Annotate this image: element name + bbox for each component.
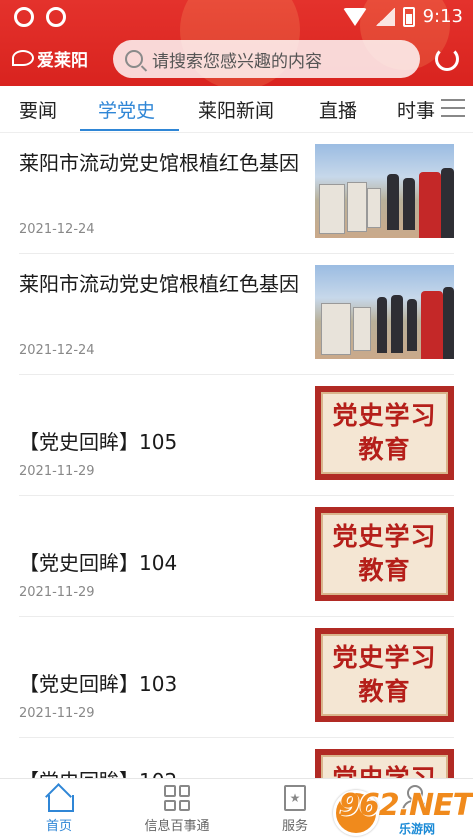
- category-tabs: 要闻 学党史 莱阳新闻 直播 时事: [0, 86, 473, 133]
- status-time: 9:13: [422, 6, 463, 27]
- home-icon: [45, 785, 74, 812]
- search-placeholder: 请搜索您感兴趣的内容: [152, 51, 322, 72]
- poster-line-1: 党史学习: [332, 643, 437, 672]
- signal-icon: [374, 7, 395, 26]
- tab-laiyang-news[interactable]: 莱阳新闻: [198, 96, 274, 123]
- search-bar[interactable]: 请搜索您感兴趣的内容: [113, 40, 420, 78]
- news-thumbnail: 党史学习 教育: [315, 386, 454, 480]
- poster-line-1: 党史学习: [332, 401, 437, 430]
- nav-service-label: 服务: [281, 819, 308, 834]
- news-date: 2021-11-29: [19, 585, 95, 600]
- watermark-sub: 乐游网: [399, 822, 436, 836]
- news-item[interactable]: 莱阳市流动党史馆根植红色基因 2021-12-24: [0, 133, 473, 254]
- search-icon: [125, 50, 143, 68]
- news-title: 莱阳市流动党史馆根植红色基因: [19, 151, 299, 175]
- news-thumbnail: [315, 265, 454, 359]
- nav-service[interactable]: ★ 服务: [255, 785, 335, 834]
- watermark-brand: 962.NET: [339, 788, 473, 823]
- poster-line-2: 教育: [358, 435, 411, 464]
- news-item[interactable]: 莱阳市流动党史馆根植红色基因 2021-12-24: [0, 254, 473, 375]
- notification-icon: [14, 7, 34, 27]
- logo-mark-icon: [12, 50, 34, 66]
- refresh-icon[interactable]: [435, 47, 459, 71]
- nav-home-label: 首页: [45, 819, 72, 834]
- nav-info[interactable]: 信息百事通: [137, 785, 217, 834]
- news-list: 莱阳市流动党史馆根植红色基因 2021-12-24 莱阳市流动党史馆根植红色基因…: [0, 133, 473, 778]
- news-date: 2021-12-24: [19, 222, 95, 237]
- nav-home[interactable]: 首页: [19, 785, 99, 834]
- battery-icon: [402, 6, 415, 27]
- news-item[interactable]: 【党史回眸】105 2021-11-29 党史学习 教育: [0, 375, 473, 496]
- bookmark-icon: ★: [284, 785, 306, 811]
- news-item[interactable]: 【党史回眸】102 党史学习 教育: [0, 738, 473, 778]
- grid-icon: [164, 785, 190, 811]
- news-thumbnail: [315, 144, 454, 238]
- poster-line-1: 党史学习: [332, 522, 437, 551]
- news-title: 【党史回眸】104: [19, 551, 178, 575]
- channel-menu-icon[interactable]: [441, 99, 465, 117]
- news-title: 【党史回眸】102: [19, 768, 299, 778]
- news-item[interactable]: 【党史回眸】104 2021-11-29 党史学习 教育: [0, 496, 473, 617]
- active-tab-indicator: [80, 129, 179, 131]
- status-bar: 9:13: [0, 0, 473, 34]
- news-date: 2021-11-29: [19, 464, 95, 479]
- poster-line-1: 党史学习: [332, 762, 436, 778]
- app-header: 9:13 爱莱阳 请搜索您感兴趣的内容: [0, 0, 473, 86]
- logo-text: 爱莱阳: [37, 50, 88, 71]
- poster-line-2: 教育: [358, 556, 411, 585]
- news-title: 【党史回眸】103: [19, 672, 178, 696]
- news-thumbnail: 党史学习 教育: [315, 749, 454, 778]
- tab-xuedangshi[interactable]: 学党史: [98, 96, 155, 123]
- tab-live[interactable]: 直播: [319, 96, 357, 123]
- tab-yaowen[interactable]: 要闻: [19, 96, 57, 123]
- news-title: 【党史回眸】105: [19, 430, 178, 454]
- news-thumbnail: 党史学习 教育: [315, 628, 454, 722]
- news-date: 2021-12-24: [19, 343, 95, 358]
- news-title: 莱阳市流动党史馆根植红色基因: [19, 272, 299, 296]
- news-item[interactable]: 【党史回眸】103 2021-11-29 党史学习 教育: [0, 617, 473, 738]
- poster-line-2: 教育: [358, 677, 411, 706]
- wifi-icon: [342, 7, 367, 26]
- app-logo[interactable]: 爱莱阳: [12, 46, 88, 71]
- tab-current-affairs[interactable]: 时事: [397, 96, 435, 123]
- watermark: 962.NET 乐游网: [333, 786, 473, 836]
- notification-icon: [46, 7, 66, 27]
- news-date: 2021-11-29: [19, 706, 95, 721]
- news-thumbnail: 党史学习 教育: [315, 507, 454, 601]
- nav-info-label: 信息百事通: [144, 819, 210, 834]
